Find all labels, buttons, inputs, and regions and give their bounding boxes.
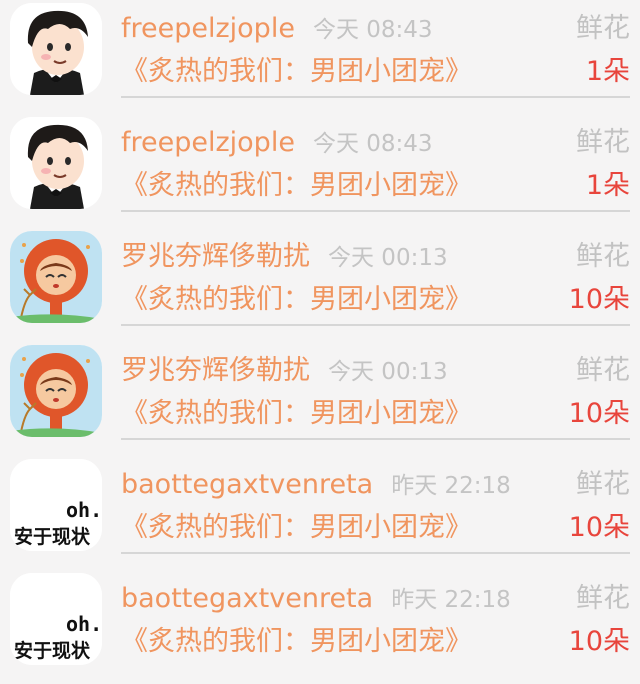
book-title-link[interactable]: 《炙热的我们：男团小团宠》	[121, 397, 472, 431]
list-item[interactable]: 罗兆夯辉侈勒扰 今天 00:13 鲜花 《炙热的我们：男团小团宠》 10朵	[0, 342, 640, 456]
list-item[interactable]: 罗兆夯辉侈勒扰 今天 00:13 鲜花 《炙热的我们：男团小团宠》 10朵	[0, 228, 640, 342]
book-title-link[interactable]: 《炙热的我们：男团小团宠》	[121, 55, 472, 89]
list-item[interactable]: freepelzjople 今天 08:43 鲜花 《炙热的我们：男团小团宠》 1…	[0, 114, 640, 228]
divider	[121, 552, 630, 554]
gift-record-list: freepelzjople 今天 08:43 鲜花 《炙热的我们：男团小团宠》 1…	[0, 0, 640, 665]
timestamp: 昨天 22:18	[391, 473, 511, 499]
sender-name[interactable]: freepelzjople 今天 08:43	[121, 126, 433, 161]
timestamp: 今天 00:13	[328, 245, 448, 271]
book-title-link[interactable]: 《炙热的我们：男团小团宠》	[121, 283, 472, 317]
gift-count: 1朵	[585, 56, 630, 87]
list-item[interactable]: oh. 安于现状 baottegaxtvenreta 昨天 22:18 鲜花 《炙…	[0, 570, 640, 684]
gift-type-label: 鲜花	[576, 469, 630, 500]
timestamp: 今天 08:43	[312, 131, 433, 157]
gift-count: 10朵	[568, 626, 630, 657]
divider	[121, 96, 630, 98]
cartoon-boy-avatar-icon[interactable]	[10, 117, 102, 209]
sender-name-text[interactable]: 罗兆夯辉侈勒扰	[121, 241, 310, 272]
sender-name-text[interactable]: 罗兆夯辉侈勒扰	[121, 355, 310, 386]
avatar-text-oh: oh.	[66, 498, 102, 522]
gift-count: 1朵	[585, 170, 630, 201]
cartoon-boy-avatar-icon[interactable]	[10, 3, 102, 95]
book-title-link[interactable]: 《炙热的我们：男团小团宠》	[121, 625, 472, 659]
text-sticker-avatar-icon[interactable]: oh. 安于现状	[10, 459, 102, 551]
gift-type-label: 鲜花	[576, 13, 630, 44]
divider	[121, 324, 630, 326]
sender-name-text[interactable]: freepelzjople	[121, 13, 295, 44]
gift-count: 10朵	[568, 284, 630, 315]
sender-name[interactable]: baottegaxtvenreta 昨天 22:18	[121, 468, 511, 503]
sender-name-text[interactable]: freepelzjople	[121, 127, 295, 158]
sender-name-text[interactable]: baottegaxtvenreta	[121, 583, 373, 614]
sender-name[interactable]: freepelzjople 今天 08:43	[121, 12, 433, 47]
gift-type-label: 鲜花	[576, 241, 630, 272]
sender-name[interactable]: 罗兆夯辉侈勒扰 今天 00:13	[121, 354, 448, 389]
lion-costume-avatar-icon[interactable]	[10, 231, 102, 323]
divider	[121, 210, 630, 212]
text-sticker-avatar-icon[interactable]: oh. 安于现状	[10, 573, 102, 665]
book-title-link[interactable]: 《炙热的我们：男团小团宠》	[121, 511, 472, 545]
list-item[interactable]: freepelzjople 今天 08:43 鲜花 《炙热的我们：男团小团宠》 1…	[0, 0, 640, 114]
timestamp: 今天 08:43	[312, 17, 433, 43]
gift-type-label: 鲜花	[576, 583, 630, 614]
timestamp: 昨天 22:18	[391, 587, 511, 613]
lion-costume-avatar-icon[interactable]	[10, 345, 102, 437]
gift-type-label: 鲜花	[576, 355, 630, 386]
sender-name-text[interactable]: baottegaxtvenreta	[121, 469, 373, 500]
gift-count: 10朵	[568, 512, 630, 543]
list-item[interactable]: oh. 安于现状 baottegaxtvenreta 昨天 22:18 鲜花 《炙…	[0, 456, 640, 570]
book-title-link[interactable]: 《炙热的我们：男团小团宠》	[121, 169, 472, 203]
divider	[121, 438, 630, 440]
timestamp: 今天 00:13	[328, 359, 448, 385]
avatar-text-oh: oh.	[66, 612, 102, 636]
gift-type-label: 鲜花	[576, 127, 630, 158]
gift-count: 10朵	[568, 398, 630, 429]
sender-name[interactable]: baottegaxtvenreta 昨天 22:18	[121, 582, 511, 617]
avatar-text-caption: 安于现状	[14, 525, 91, 548]
sender-name[interactable]: 罗兆夯辉侈勒扰 今天 00:13	[121, 240, 448, 275]
